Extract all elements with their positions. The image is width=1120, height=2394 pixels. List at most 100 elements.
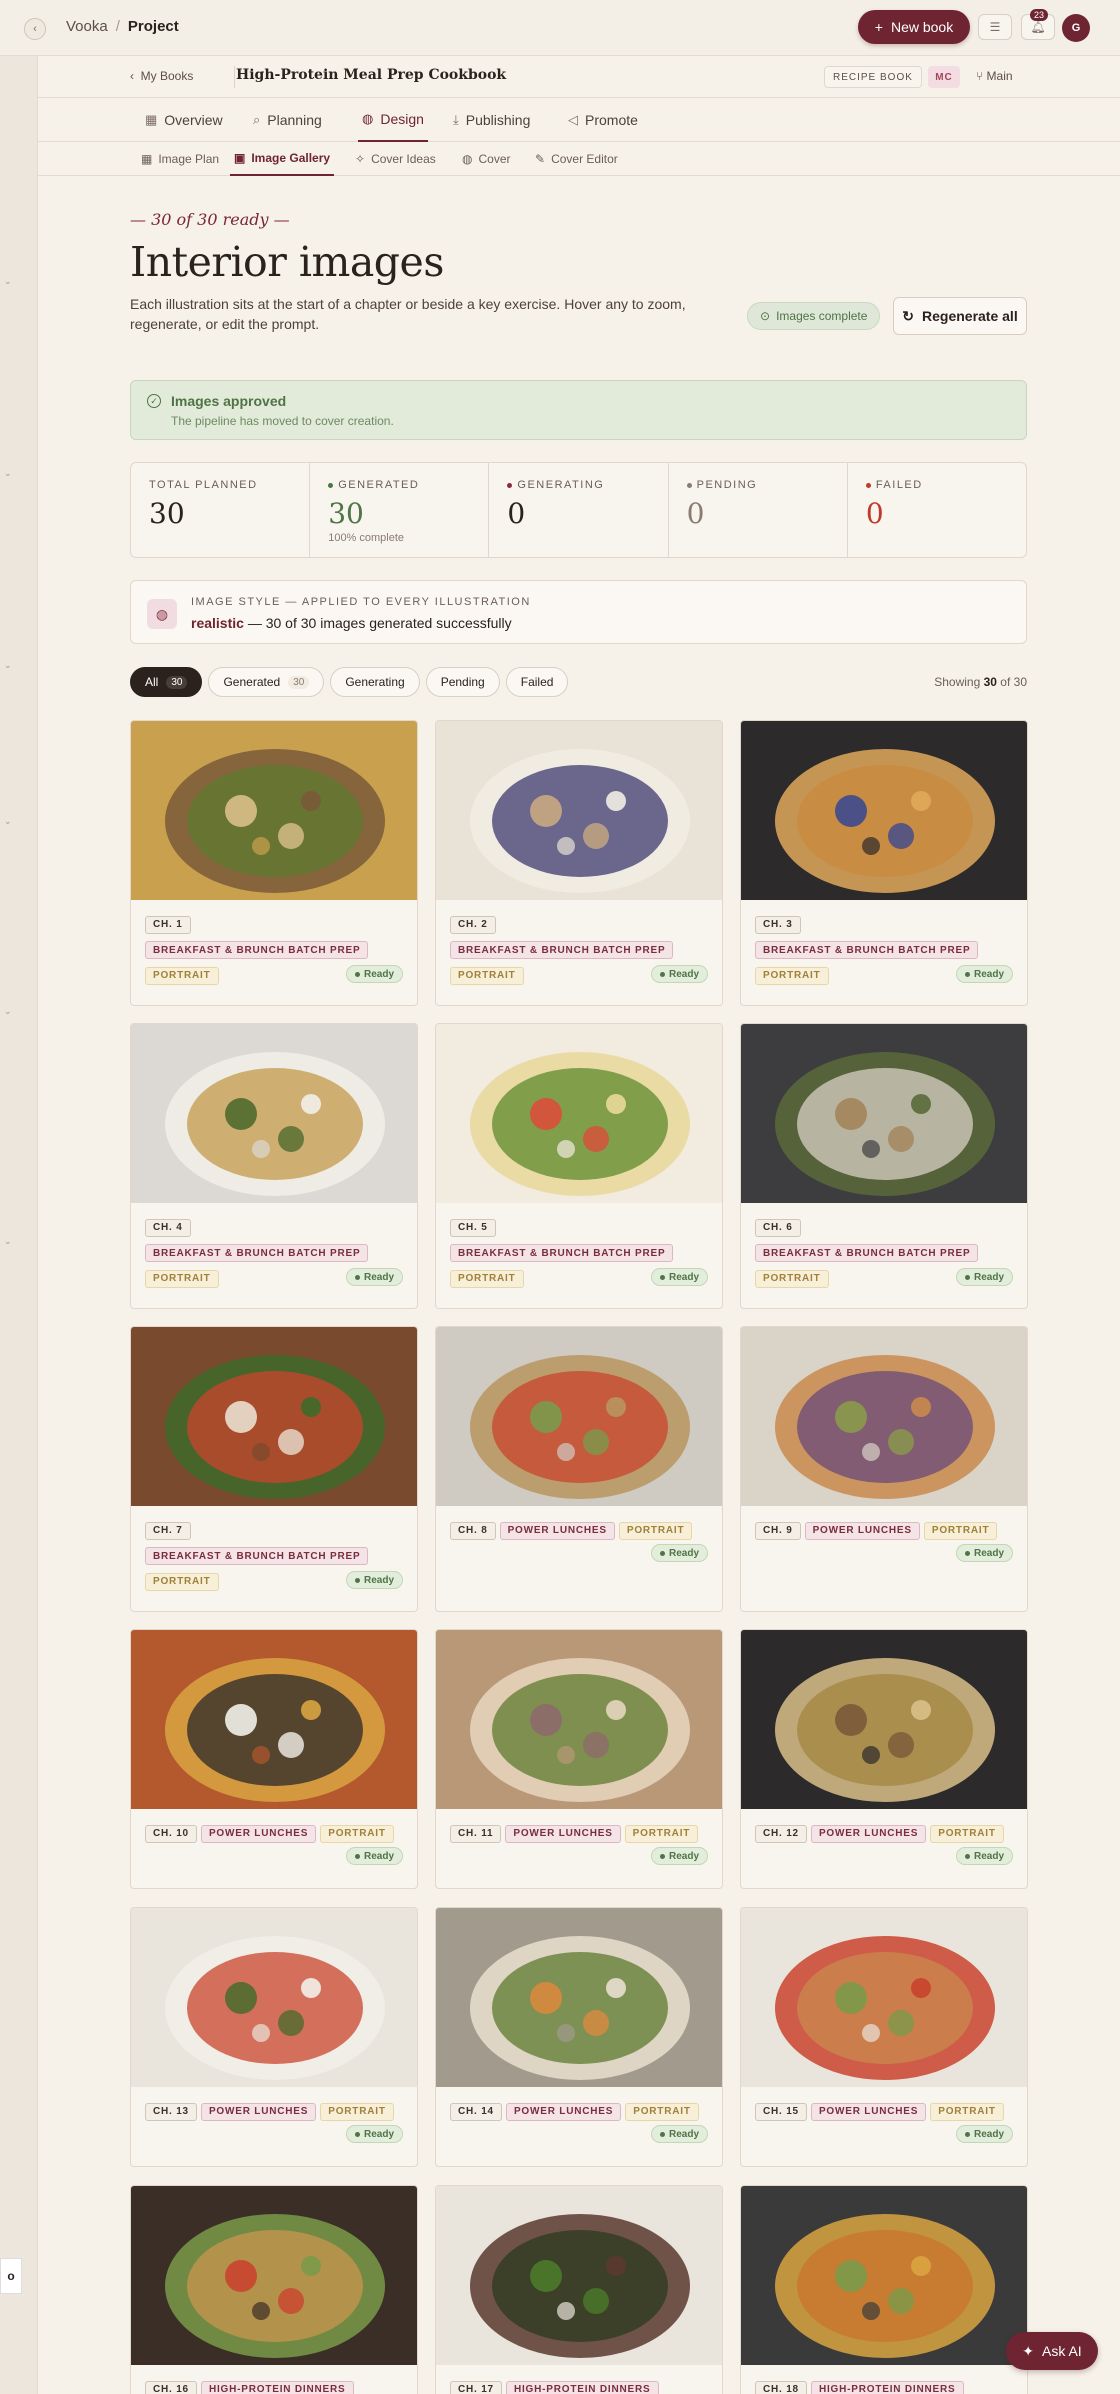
image-card[interactable]: CH. 3 BREAKFAST & BRUNCH BATCH PREP PORTRA… bbox=[740, 720, 1028, 1006]
chevron-down-icon[interactable]: ⌄ bbox=[4, 276, 14, 286]
new-book-button[interactable]: + New book bbox=[858, 10, 970, 44]
filter-label: Failed bbox=[520, 675, 554, 689]
stats-panel: TOTAL PLANNED 30 GENERATED 30 100% compl… bbox=[130, 462, 1027, 558]
filter-generated[interactable]: Generated 30 bbox=[208, 667, 325, 697]
image-card[interactable]: CH. 14 POWER LUNCHES PORTRAIT Ready bbox=[435, 1907, 723, 2167]
chapter-illustration[interactable] bbox=[741, 2186, 1027, 2365]
grid-icon: ▦ bbox=[141, 152, 153, 166]
card-meta: CH. 11 POWER LUNCHES PORTRAIT Ready bbox=[436, 1809, 722, 1865]
image-card[interactable]: CH. 7 BREAKFAST & BRUNCH BATCH PREP PORTRA… bbox=[130, 1326, 418, 1612]
status-dot bbox=[354, 1274, 360, 1280]
orientation-badge: PORTRAIT bbox=[618, 1521, 693, 1540]
check-circle-icon: ⊙ bbox=[760, 309, 771, 323]
tab-design[interactable]: ◍ Design bbox=[358, 98, 428, 142]
filter-pending[interactable]: Pending bbox=[425, 667, 500, 697]
filter-all[interactable]: All 30 bbox=[130, 667, 203, 697]
image-card[interactable]: CH. 16 HIGH-PROTEIN DINNERS bbox=[130, 2185, 418, 2394]
status-label: Ready bbox=[973, 1850, 1004, 1862]
image-card[interactable]: CH. 12 POWER LUNCHES PORTRAIT Ready bbox=[740, 1629, 1028, 1889]
food-photo-placeholder bbox=[131, 1630, 417, 1809]
chapter-illustration[interactable] bbox=[131, 2186, 417, 2365]
image-card[interactable]: CH. 5 BREAKFAST & BRUNCH BATCH PREP PORTRA… bbox=[435, 1023, 723, 1309]
chapter-illustration[interactable] bbox=[131, 1908, 417, 2087]
breadcrumb-brand[interactable]: Vooka bbox=[66, 18, 108, 35]
chapter-illustration[interactable] bbox=[741, 1024, 1027, 1203]
tab-promote[interactable]: ◁ Promote bbox=[568, 98, 638, 142]
chevron-down-icon[interactable]: ⌄ bbox=[4, 468, 14, 478]
stat-total-planned: TOTAL PLANNED 30 bbox=[131, 463, 311, 557]
chapter-illustration[interactable] bbox=[436, 1630, 722, 1809]
status-label: Ready bbox=[668, 2128, 699, 2140]
download-icon: ⤓ bbox=[453, 112, 459, 127]
chevron-down-icon[interactable]: ⌄ bbox=[4, 1236, 14, 1246]
chapter-illustration[interactable] bbox=[436, 1908, 722, 2087]
filter-generating[interactable]: Generating bbox=[330, 667, 420, 697]
tab-overview[interactable]: ▦ Overview bbox=[145, 98, 223, 142]
stat-label: FAILED bbox=[875, 479, 923, 491]
subtab-image-plan[interactable]: ▦ Image Plan bbox=[141, 142, 219, 176]
image-card[interactable]: CH. 2 BREAKFAST & BRUNCH BATCH PREP PORTRA… bbox=[435, 720, 723, 1006]
chevron-down-icon[interactable]: ⌄ bbox=[4, 1006, 14, 1016]
chapter-illustration[interactable] bbox=[741, 1908, 1027, 2087]
chapter-illustration[interactable] bbox=[131, 1630, 417, 1809]
regenerate-all-button[interactable]: ↻ Regenerate all bbox=[893, 297, 1027, 335]
chapter-badge: CH. 12 bbox=[755, 1824, 807, 1843]
section-badge: HIGH-PROTEIN DINNERS bbox=[505, 2380, 659, 2394]
image-card[interactable]: CH. 4 BREAKFAST & BRUNCH BATCH PREP PORTRA… bbox=[130, 1023, 418, 1309]
notifications-button[interactable]: 🔔︎ 23 bbox=[1021, 9, 1055, 40]
stat-label: GENERATED bbox=[338, 479, 420, 491]
chapter-illustration[interactable] bbox=[436, 1327, 722, 1506]
tab-label: Promote bbox=[585, 112, 638, 128]
subtab-label: Image Plan bbox=[158, 152, 220, 166]
status-dot bbox=[964, 1853, 970, 1859]
collapse-sidebar-button[interactable]: ‹ bbox=[24, 18, 46, 40]
avatar[interactable]: G bbox=[1062, 14, 1090, 42]
image-card[interactable]: CH. 9 POWER LUNCHES PORTRAIT Ready bbox=[740, 1326, 1028, 1612]
filter-failed[interactable]: Failed bbox=[505, 667, 569, 697]
branch-selector[interactable]: ⑂ Main bbox=[976, 69, 1013, 83]
chapter-illustration[interactable] bbox=[741, 721, 1027, 900]
status-dot bbox=[964, 2131, 970, 2137]
image-card[interactable]: CH. 10 POWER LUNCHES PORTRAIT Ready bbox=[130, 1629, 418, 1889]
orientation-badge: PORTRAIT bbox=[624, 1824, 699, 1843]
image-card[interactable]: CH. 13 POWER LUNCHES PORTRAIT Ready bbox=[130, 1907, 418, 2167]
subtab-cover-editor[interactable]: ✎ Cover Editor bbox=[535, 142, 618, 176]
chapter-illustration[interactable] bbox=[131, 721, 417, 900]
stat-label: GENERATING bbox=[517, 479, 605, 491]
image-card[interactable]: CH. 1 BREAKFAST & BRUNCH BATCH PREP PORTRA… bbox=[130, 720, 418, 1006]
chapter-illustration[interactable] bbox=[436, 721, 722, 900]
edge-widget[interactable]: o bbox=[0, 2258, 22, 2294]
pencil-icon: ✎ bbox=[535, 152, 546, 166]
chapter-illustration[interactable] bbox=[436, 1024, 722, 1203]
image-card[interactable]: CH. 15 POWER LUNCHES PORTRAIT Ready bbox=[740, 1907, 1028, 2167]
image-card[interactable]: CH. 6 BREAKFAST & BRUNCH BATCH PREP PORTRA… bbox=[740, 1023, 1028, 1309]
chapter-illustration[interactable] bbox=[131, 1327, 417, 1506]
subtab-cover[interactable]: ◍ Cover bbox=[462, 142, 511, 176]
list-view-button[interactable]: ☰ bbox=[978, 14, 1012, 40]
image-card[interactable]: CH. 17 HIGH-PROTEIN DINNERS bbox=[435, 2185, 723, 2394]
chevron-down-icon[interactable]: ⌄ bbox=[4, 816, 14, 826]
subtab-cover-ideas[interactable]: ✧ Cover Ideas bbox=[355, 142, 436, 176]
breadcrumb-current: Project bbox=[127, 18, 179, 35]
chapter-illustration[interactable] bbox=[741, 1327, 1027, 1506]
chapter-illustration[interactable] bbox=[131, 1024, 417, 1203]
chevron-down-icon[interactable]: ⌄ bbox=[4, 660, 14, 670]
image-card[interactable]: CH. 18 HIGH-PROTEIN DINNERS bbox=[740, 2185, 1028, 2394]
my-books-link[interactable]: ‹ My Books bbox=[130, 69, 193, 83]
image-card[interactable]: CH. 8 POWER LUNCHES PORTRAIT Ready bbox=[435, 1326, 723, 1612]
image-card[interactable]: CH. 11 POWER LUNCHES PORTRAIT Ready bbox=[435, 1629, 723, 1889]
tab-publishing[interactable]: ⤓ Publishing bbox=[453, 98, 530, 142]
approved-title: Images approved bbox=[171, 393, 287, 409]
chapter-badge: CH. 4 bbox=[145, 1218, 191, 1237]
top-bar: ‹ Vooka / Project + New book ☰ 🔔︎ 23 G bbox=[0, 0, 1120, 56]
status-label: Ready bbox=[363, 1850, 394, 1862]
subtab-image-gallery[interactable]: ▣ Image Gallery bbox=[230, 142, 335, 176]
chapter-illustration[interactable] bbox=[436, 2186, 722, 2365]
chapter-illustration[interactable] bbox=[741, 1630, 1027, 1809]
tab-planning[interactable]: ⌕ Planning bbox=[253, 98, 322, 142]
status-dot bbox=[659, 2131, 665, 2137]
grid-icon: ▦ bbox=[145, 112, 158, 127]
ready-status-badge: Ready bbox=[650, 1268, 708, 1286]
ask-ai-button[interactable]: ✦ Ask AI bbox=[1006, 2332, 1098, 2370]
orientation-badge: PORTRAIT bbox=[145, 1269, 219, 1288]
